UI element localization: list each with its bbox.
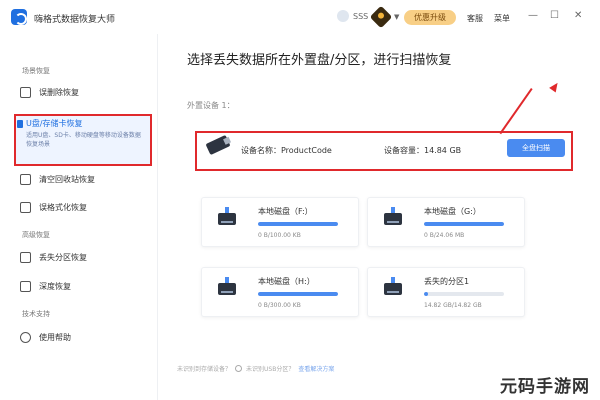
deep-scan-icon bbox=[20, 281, 31, 292]
close-icon[interactable]: ✕ bbox=[574, 10, 582, 21]
customer-service-button[interactable]: 客服 bbox=[467, 13, 483, 24]
help-icon bbox=[20, 332, 31, 343]
sidebar-item-recycle[interactable]: 清空回收站恢复 bbox=[20, 174, 95, 185]
footer-help: 未识别到存储设备？ 未识别USB分区？ 查看解决方案 bbox=[177, 364, 334, 373]
annotation-arrow-head bbox=[549, 80, 561, 93]
partition-card[interactable]: 丢失的分区1 14.82 GB/14.82 GB bbox=[367, 267, 525, 317]
watermark: 元码手游网 bbox=[500, 377, 590, 397]
info-icon bbox=[235, 365, 243, 372]
title-bar: 嗨格式数据恢复大师 SSS ▼ 优惠升级 客服 菜单 — ☐ ✕ bbox=[0, 0, 600, 34]
upgrade-button[interactable]: 优惠升级 bbox=[404, 10, 456, 25]
solution-link[interactable]: 查看解决方案 bbox=[298, 364, 334, 373]
partition-usage-bar bbox=[258, 222, 338, 226]
partition-size: 0 B/100.00 KB bbox=[258, 232, 301, 239]
sidebar-item-label: 丢失分区恢复 bbox=[39, 253, 87, 262]
partition-usage-bar bbox=[424, 222, 504, 226]
main-panel: 选择丢失数据所在外置盘/分区，进行扫描恢复 外置设备 1： 设备名称：Produ… bbox=[159, 34, 600, 400]
footer-text: 未识别USB分区？ bbox=[246, 366, 295, 373]
vip-badge-icon[interactable] bbox=[369, 5, 393, 29]
app-title: 嗨格式数据恢复大师 bbox=[34, 15, 116, 25]
partition-card[interactable]: 本地磁盘（G:） 0 B/24.06 MB bbox=[367, 197, 525, 247]
partition-size: 14.82 GB/14.82 GB bbox=[424, 302, 482, 309]
file-icon bbox=[20, 87, 31, 98]
maximize-icon[interactable]: ☐ bbox=[550, 10, 559, 21]
sidebar-item-partition[interactable]: 丢失分区恢复 bbox=[20, 252, 87, 263]
sidebar-item-label: 误格式化恢复 bbox=[39, 203, 87, 212]
chevron-down-icon[interactable]: ▼ bbox=[394, 13, 399, 21]
partition-icon bbox=[20, 252, 31, 263]
partition-usage-bar bbox=[424, 292, 504, 296]
app-logo-icon bbox=[11, 9, 27, 25]
partition-size: 0 B/300.00 KB bbox=[258, 302, 301, 309]
page-title: 选择丢失数据所在外置盘/分区，进行扫描恢复 bbox=[187, 53, 452, 68]
section-advanced-recovery: 高级恢复 bbox=[22, 231, 50, 239]
partition-name: 本地磁盘（H:） bbox=[258, 277, 315, 286]
section-tech-support: 技术支持 bbox=[22, 310, 50, 318]
footer-text: 未识别到存储设备？ bbox=[177, 366, 232, 373]
menu-button[interactable]: 菜单 bbox=[494, 13, 510, 24]
partition-size: 0 B/24.06 MB bbox=[424, 232, 465, 239]
user-account[interactable]: SSS bbox=[337, 10, 368, 22]
avatar bbox=[337, 10, 349, 22]
disk-icon bbox=[218, 277, 236, 295]
sidebar-item-deleted[interactable]: 误删除恢复 bbox=[20, 87, 79, 98]
partition-name: 丢失的分区1 bbox=[424, 277, 470, 286]
device-name: 设备名称：ProductCode bbox=[241, 146, 332, 155]
partition-card[interactable]: 本地磁盘（H:） 0 B/300.00 KB bbox=[201, 267, 359, 317]
section-scene-recovery: 场景恢复 bbox=[22, 67, 50, 75]
user-name: SSS bbox=[353, 11, 369, 21]
disk-icon bbox=[384, 277, 402, 295]
sidebar-item-deep[interactable]: 深度恢复 bbox=[20, 281, 71, 292]
sidebar-item-help[interactable]: 使用帮助 bbox=[20, 332, 71, 343]
sidebar-item-usb-title: U盘/存储卡恢复 bbox=[26, 119, 83, 128]
full-scan-button[interactable]: 全盘扫描 bbox=[507, 139, 565, 157]
partition-name: 本地磁盘（G:） bbox=[424, 207, 481, 216]
disk-icon bbox=[384, 207, 402, 225]
annotation-arrow bbox=[499, 88, 533, 135]
sidebar-item-label: 误删除恢复 bbox=[39, 88, 79, 97]
sidebar-item-label: 深度恢复 bbox=[39, 282, 71, 291]
usb-drive-icon bbox=[17, 120, 23, 128]
sidebar-item-usb-desc: 适用U盘、SD卡、移动硬盘等移动设备数据恢复场景 bbox=[26, 132, 141, 148]
partition-name: 本地磁盘（F:） bbox=[258, 207, 313, 216]
trash-icon bbox=[20, 174, 31, 185]
external-device-label: 外置设备 1： bbox=[187, 101, 235, 110]
sidebar-item-format[interactable]: 误格式化恢复 bbox=[20, 202, 87, 213]
minimize-icon[interactable]: — bbox=[528, 10, 538, 21]
disk-icon bbox=[218, 207, 236, 225]
partition-card[interactable]: 本地磁盘（F:） 0 B/100.00 KB bbox=[201, 197, 359, 247]
sidebar-item-label: 使用帮助 bbox=[39, 333, 71, 342]
sidebar-item-label: 清空回收站恢复 bbox=[39, 175, 95, 184]
device-capacity: 设备容量：14.84 GB bbox=[384, 146, 462, 155]
partition-usage-bar bbox=[258, 292, 338, 296]
sidebar: 场景恢复 误删除恢复 U盘/存储卡恢复 适用U盘、SD卡、移动硬盘等移动设备数据… bbox=[0, 34, 158, 400]
disk-icon bbox=[20, 202, 31, 213]
